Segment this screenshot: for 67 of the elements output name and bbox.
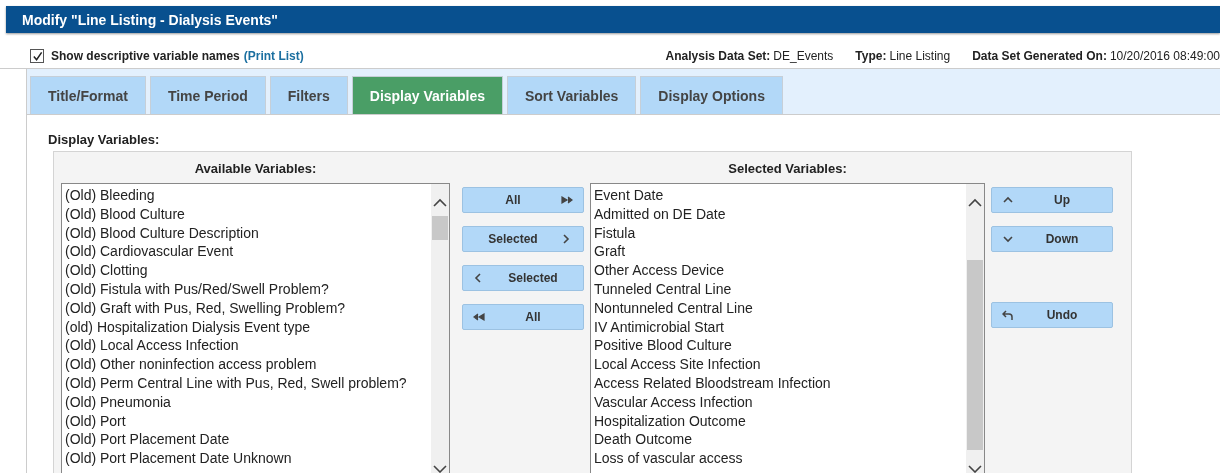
selected-list[interactable]: [590, 183, 985, 473]
list-item[interactable]: Admitted on DE Date: [594, 204, 963, 224]
list-item[interactable]: Graft: [594, 242, 963, 262]
tab[interactable]: Display Options: [640, 76, 783, 114]
info-field: Analysis Data Set: DE_Events: [665, 49, 834, 63]
print-list-link[interactable]: (Print List): [243, 49, 304, 63]
list-item[interactable]: (Old) Blood Culture Description: [65, 223, 428, 243]
scroll-down-icon[interactable]: [433, 464, 447, 473]
scrollbar-thumb[interactable]: [967, 260, 983, 450]
list-item[interactable]: Death Outcome: [594, 430, 963, 450]
list-item[interactable]: (Old) Graft with Pus, Red, Swelling Problem?: [65, 298, 428, 318]
scrollbar[interactable]: [431, 184, 449, 473]
list-heading: Selected Variables:: [727, 161, 848, 178]
scrollbar[interactable]: [966, 184, 984, 473]
move-button[interactable]: All: [462, 304, 584, 330]
move-button[interactable]: All: [462, 187, 584, 213]
list-item[interactable]: Access Related Bloodstream Infection: [594, 373, 963, 393]
checkbox[interactable]: [30, 49, 44, 63]
window-title: Modify "Line Listing - Dialysis Events": [22, 11, 278, 28]
tab[interactable]: Sort Variables: [506, 76, 637, 114]
list-item[interactable]: (Old) Bleeding: [65, 186, 428, 205]
double-arrow-right-icon: [561, 195, 573, 205]
order-button[interactable]: Up: [991, 187, 1113, 213]
available-list[interactable]: [61, 183, 450, 473]
chevron-down-icon: [1002, 234, 1014, 244]
info-field: Type: Line Listing: [855, 49, 951, 63]
section-title: Display Variables:: [48, 132, 161, 147]
list-item[interactable]: (Old) Pneumonia: [65, 392, 428, 412]
list-item[interactable]: (Old) Local Access Infection: [65, 336, 428, 356]
list-item[interactable]: (Old) Port Placement Date: [65, 430, 428, 450]
list-item[interactable]: (Old) Other noninfection access problem: [65, 355, 428, 374]
checkbox-label: Show descriptive variable names: [51, 49, 240, 63]
list-item[interactable]: Vascular Access Infection: [594, 392, 963, 412]
scroll-down-icon[interactable]: [968, 464, 982, 473]
list-item[interactable]: (old) Hospitalization Dialysis Event type: [65, 317, 428, 337]
list-item[interactable]: Fistula: [594, 223, 963, 243]
list-item[interactable]: (Old) Blood Culture: [65, 204, 428, 224]
order-button[interactable]: Down: [991, 226, 1113, 252]
move-button[interactable]: Selected: [462, 226, 584, 252]
list-heading: Available Variables:: [193, 161, 318, 178]
list-item[interactable]: Loss of vascular access: [594, 449, 963, 468]
list-item[interactable]: (Old) Fistula with Pus/Red/Swell Problem?: [65, 280, 428, 299]
chevron-up-icon: [1002, 195, 1014, 205]
scrollbar-thumb[interactable]: [432, 216, 448, 240]
list-item[interactable]: Nontunneled Central Line: [594, 298, 963, 318]
info-field: Data Set Generated On: 10/20/2016 08:49:00: [972, 49, 1220, 63]
undo-arrow-icon: [1002, 310, 1014, 320]
list-item[interactable]: IV Antimicrobial Start: [594, 317, 963, 337]
move-button[interactable]: Selected: [462, 265, 584, 291]
list-item[interactable]: (Old) Port Placement Date Unknown: [65, 449, 428, 468]
scroll-up-icon[interactable]: [968, 198, 982, 208]
list-item[interactable]: (Old) Cardiovascular Event: [65, 242, 428, 262]
list-item[interactable]: Hospitalization Outcome: [594, 411, 963, 431]
list-item[interactable]: Positive Blood Culture: [594, 336, 963, 356]
list-item[interactable]: Tunneled Central Line: [594, 280, 963, 299]
double-arrow-left-icon: [473, 312, 485, 322]
list-item[interactable]: Other Access Device: [594, 261, 963, 280]
list-item[interactable]: Local Access Site Infection: [594, 355, 963, 374]
tab[interactable]: Time Period: [149, 76, 266, 114]
tab[interactable]: Filters: [269, 76, 348, 114]
order-button[interactable]: Undo: [991, 302, 1113, 328]
list-item[interactable]: (Old) Clotting: [65, 261, 428, 280]
tab[interactable]: Title/Format: [30, 76, 146, 114]
scroll-up-icon[interactable]: [433, 198, 447, 208]
list-item[interactable]: (Old) Port: [65, 411, 428, 431]
list-item[interactable]: (Old) Perm Central Line with Pus, Red, Swell problem?: [65, 373, 428, 393]
list-item[interactable]: Event Date: [594, 186, 963, 205]
